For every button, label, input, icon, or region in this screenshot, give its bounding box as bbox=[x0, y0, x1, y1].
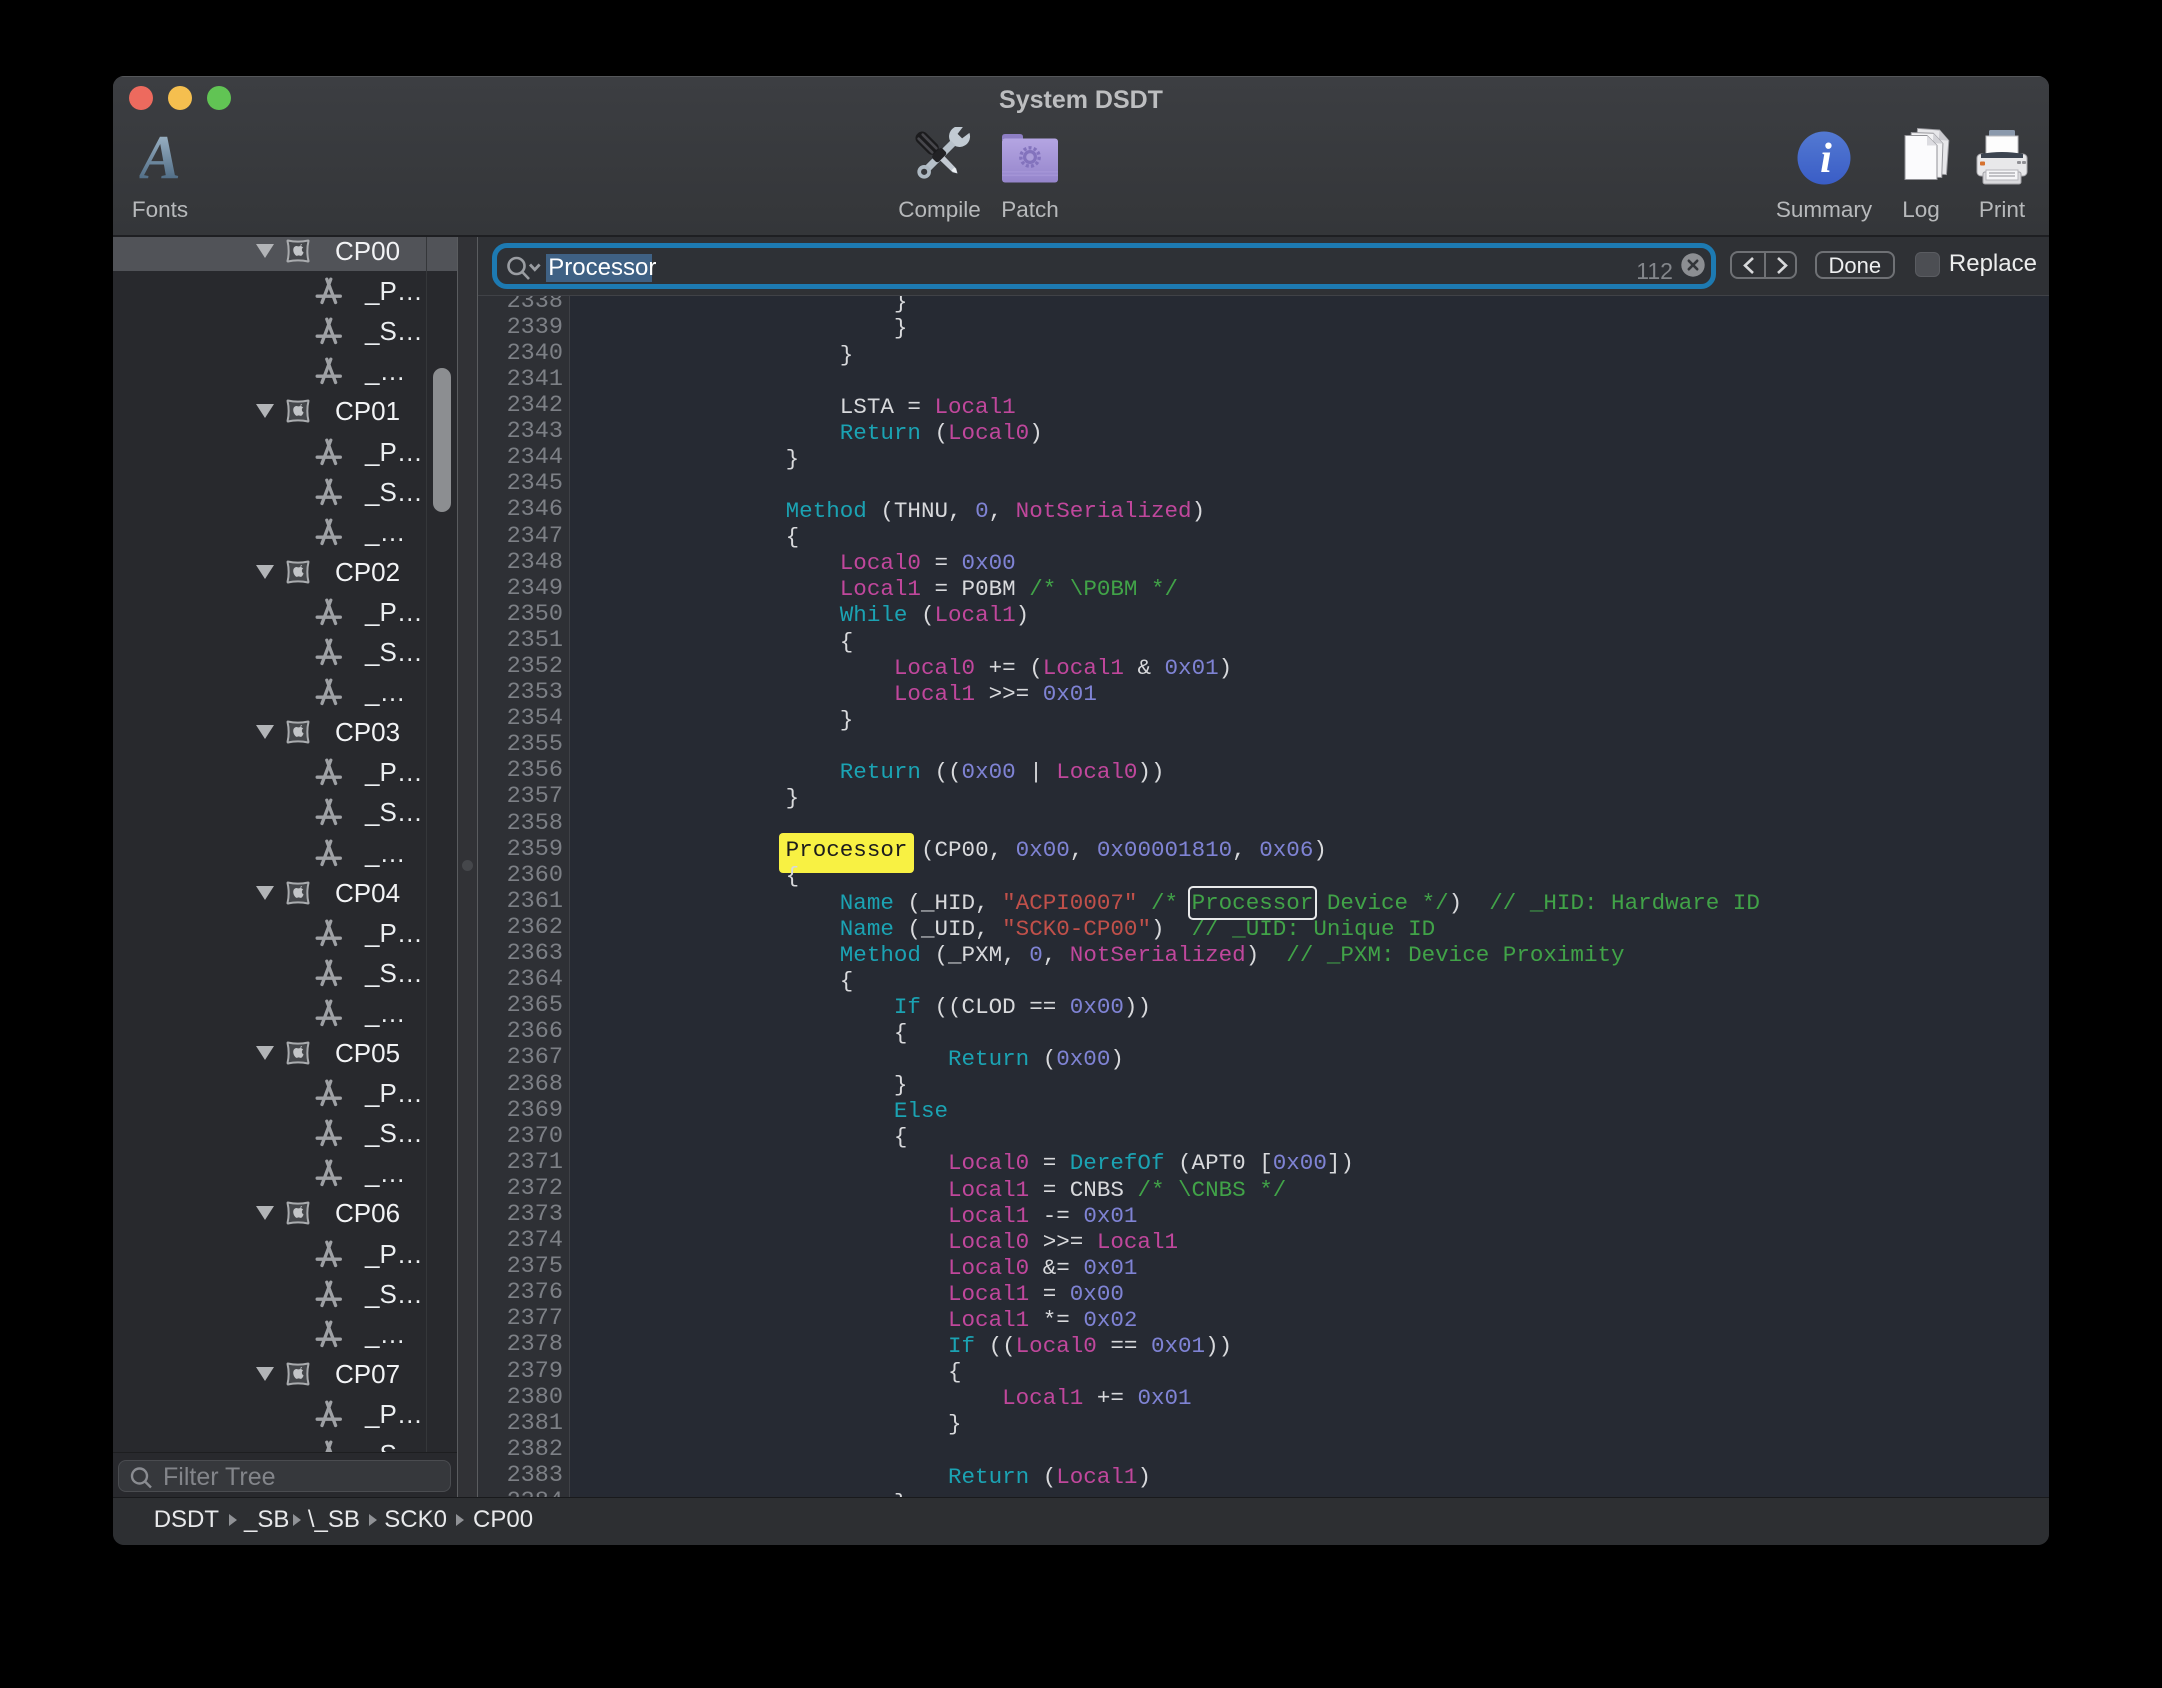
svg-text:i: i bbox=[1820, 136, 1832, 182]
